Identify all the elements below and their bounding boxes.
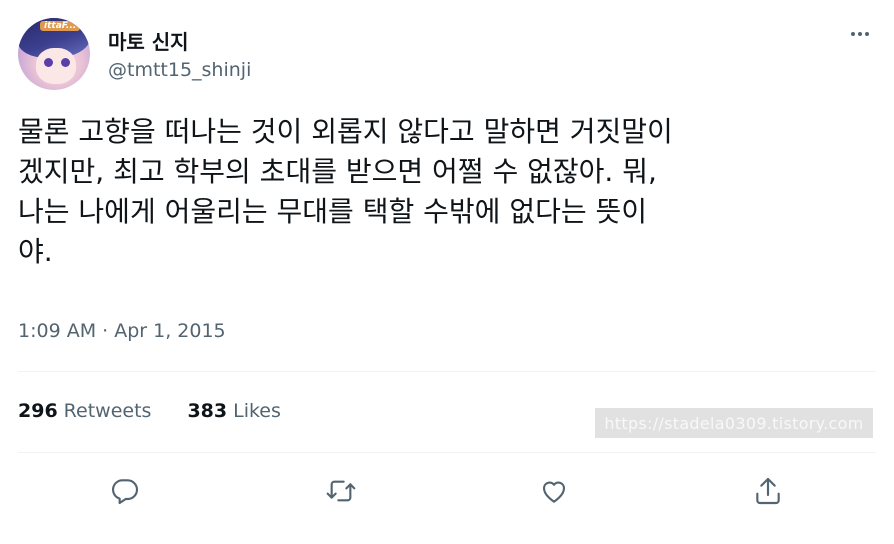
likes-count: 383 — [187, 400, 228, 422]
tweet-stats: 296 Retweets 383 Likes — [18, 400, 281, 422]
share-button[interactable] — [751, 474, 785, 508]
tweet-text: 물론 고향을 떠나는 것이 외롭지 않다고 말하면 거짓말이 겠지만, 최고 학… — [18, 115, 673, 268]
reply-icon — [111, 479, 139, 505]
more-options-button[interactable] — [846, 22, 874, 46]
avatar-badge: ittaF... — [40, 21, 81, 31]
like-icon — [542, 481, 566, 503]
retweet-icon — [326, 480, 356, 502]
retweets-stat[interactable]: 296 Retweets — [18, 400, 151, 422]
retweets-count: 296 — [18, 400, 58, 422]
tweet-timestamp[interactable]: 1:09 AM · Apr 1, 2015 — [18, 320, 226, 342]
more-dot — [865, 32, 869, 36]
user-handle[interactable]: @tmtt15_shinji — [108, 59, 251, 81]
watermark: https://stadela0309.tistory.com — [595, 408, 873, 438]
share-icon — [756, 477, 780, 505]
tweet-actions — [0, 474, 894, 508]
retweet-button[interactable] — [324, 474, 358, 508]
avatar-face — [36, 48, 76, 84]
divider — [18, 371, 876, 372]
divider — [18, 452, 876, 453]
like-button[interactable] — [537, 474, 571, 508]
avatar-eye-left — [44, 58, 53, 67]
more-dot — [851, 32, 855, 36]
retweets-label: Retweets — [63, 400, 152, 422]
more-dot — [858, 32, 862, 36]
avatar-eye-right — [61, 58, 70, 67]
reply-button[interactable] — [108, 474, 142, 508]
likes-stat[interactable]: 383 Likes — [187, 400, 280, 422]
display-name[interactable]: 마토 신지 — [108, 26, 189, 55]
avatar[interactable]: ittaF... — [18, 18, 90, 90]
likes-label: Likes — [233, 400, 281, 422]
